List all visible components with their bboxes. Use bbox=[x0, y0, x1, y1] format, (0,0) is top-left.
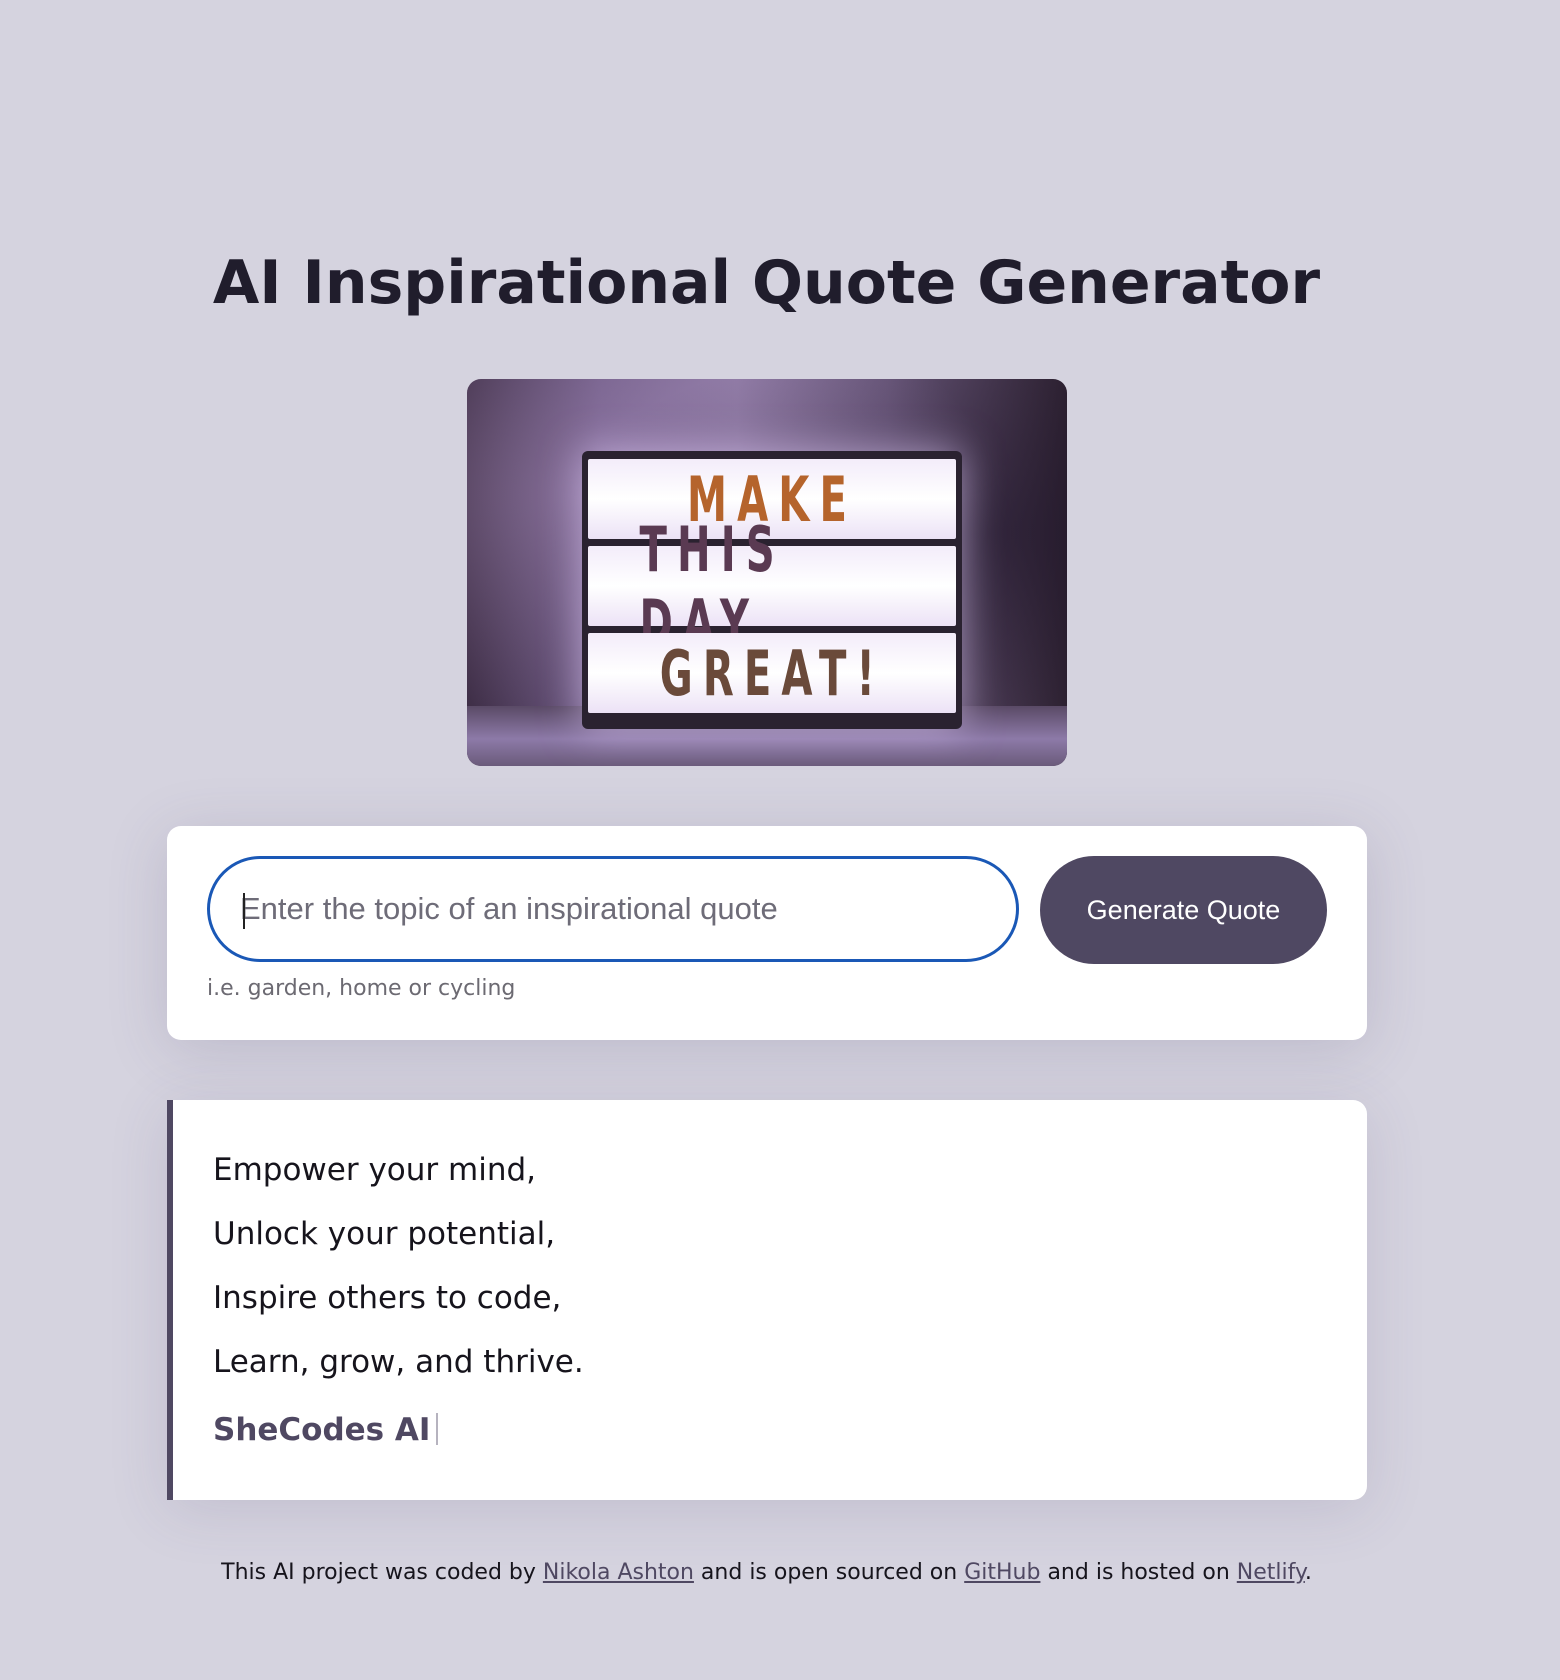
typing-caret bbox=[436, 1413, 439, 1445]
text-caret bbox=[243, 893, 245, 929]
page: AI Inspirational Quote Generator MAKE TH… bbox=[0, 0, 1560, 1680]
lightbox-text-3: GREAT! bbox=[659, 636, 885, 710]
input-hint: i.e. garden, home or cycling bbox=[207, 976, 516, 1001]
footer-text-1: This AI project was coded by bbox=[221, 1560, 543, 1585]
footer-text-4: . bbox=[1304, 1560, 1312, 1585]
lightbox-line-3: GREAT! bbox=[588, 633, 956, 713]
footer: This AI project was coded by Nikola Asht… bbox=[0, 1560, 1533, 1585]
quote-line-2: Unlock your potential, bbox=[213, 1216, 556, 1252]
page-title: AI Inspirational Quote Generator bbox=[212, 248, 1321, 318]
generate-quote-button[interactable]: Generate Quote bbox=[1040, 856, 1327, 964]
quote-line-4: Learn, grow, and thrive. bbox=[213, 1344, 584, 1380]
lightbox-line-2: THIS DAY bbox=[588, 513, 956, 659]
quote-line-3: Inspire others to code, bbox=[213, 1280, 562, 1316]
github-link[interactable]: GitHub bbox=[964, 1560, 1040, 1585]
quote-output: Empower your mind, Unlock your potential… bbox=[167, 1100, 1367, 1500]
quote-signature: SheCodes AI bbox=[213, 1412, 439, 1448]
hero-image: MAKE THIS DAY GREAT! bbox=[467, 379, 1067, 766]
quote-line-1: Empower your mind, bbox=[213, 1152, 537, 1188]
topic-input[interactable] bbox=[240, 859, 980, 959]
lightbox-sign: MAKE THIS DAY GREAT! bbox=[582, 451, 962, 729]
footer-text-2: and is open sourced on bbox=[693, 1560, 965, 1585]
author-link[interactable]: Nikola Ashton bbox=[543, 1560, 694, 1585]
quote-signature-text: SheCodes AI bbox=[213, 1412, 431, 1448]
netlify-link[interactable]: Netlify bbox=[1237, 1560, 1305, 1585]
footer-text-3: and is hosted on bbox=[1040, 1560, 1237, 1585]
quote-form-card: Generate Quote i.e. garden, home or cycl… bbox=[167, 826, 1367, 1040]
topic-input-wrapper[interactable] bbox=[207, 856, 1019, 962]
